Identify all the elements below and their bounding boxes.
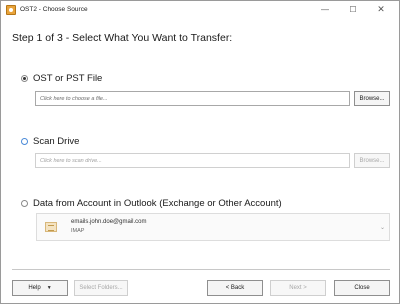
window-title: OST2 - Choose Source	[20, 6, 88, 13]
scan-drive-placeholder: Click here to scan drive...	[40, 157, 102, 164]
app-icon	[6, 4, 16, 15]
option-outlook-account[interactable]: Data from Account in Outlook (Exchange o…	[21, 198, 282, 209]
footer-divider	[12, 269, 390, 270]
minimize-button[interactable]: —	[311, 1, 339, 18]
scan-drive-browse-button[interactable]: Browse...	[354, 153, 390, 168]
help-label: Help	[28, 285, 41, 291]
account-type: IMAP	[71, 228, 85, 234]
account-details: emails.john.doe@gmail.com IMAP	[71, 218, 146, 236]
title-bar: OST2 - Choose Source — ☐ ✕	[1, 1, 399, 18]
close-button[interactable]: Close	[334, 280, 390, 296]
ost-pst-label[interactable]: OST or PST File	[33, 73, 102, 84]
option-scan-drive[interactable]: Scan Drive	[21, 136, 79, 147]
select-folders-button[interactable]: Select Folders...	[74, 280, 128, 296]
ost-pst-radio[interactable]	[21, 75, 28, 82]
account-icon	[45, 222, 57, 232]
step-heading: Step 1 of 3 - Select What You Want to Tr…	[12, 32, 233, 44]
ost-pst-file-placeholder: Click here to choose a file...	[40, 95, 108, 102]
help-button[interactable]: Help ▼	[12, 280, 68, 296]
scan-drive-label[interactable]: Scan Drive	[33, 136, 79, 147]
account-select[interactable]: emails.john.doe@gmail.com IMAP ⌄	[36, 213, 390, 241]
outlook-account-radio[interactable]	[21, 200, 28, 207]
help-dropdown-icon: ▼	[46, 285, 52, 291]
close-window-button[interactable]: ✕	[367, 1, 395, 18]
choose-source-window: OST2 - Choose Source — ☐ ✕ Step 1 of 3 -…	[0, 0, 400, 304]
outlook-account-label[interactable]: Data from Account in Outlook (Exchange o…	[33, 198, 282, 209]
maximize-button[interactable]: ☐	[339, 1, 367, 18]
back-button[interactable]: < Back	[207, 280, 263, 296]
account-email: emails.john.doe@gmail.com	[71, 219, 147, 225]
ost-pst-file-input[interactable]: Click here to choose a file...	[35, 91, 350, 106]
ost-pst-browse-button[interactable]: Browse...	[354, 91, 390, 106]
scan-drive-radio[interactable]	[21, 138, 28, 145]
option-ost-pst[interactable]: OST or PST File	[21, 73, 102, 84]
chevron-down-icon[interactable]: ⌄	[380, 224, 385, 231]
window-controls: — ☐ ✕	[311, 1, 395, 18]
next-button[interactable]: Next >	[270, 280, 326, 296]
scan-drive-input[interactable]: Click here to scan drive...	[35, 153, 350, 168]
